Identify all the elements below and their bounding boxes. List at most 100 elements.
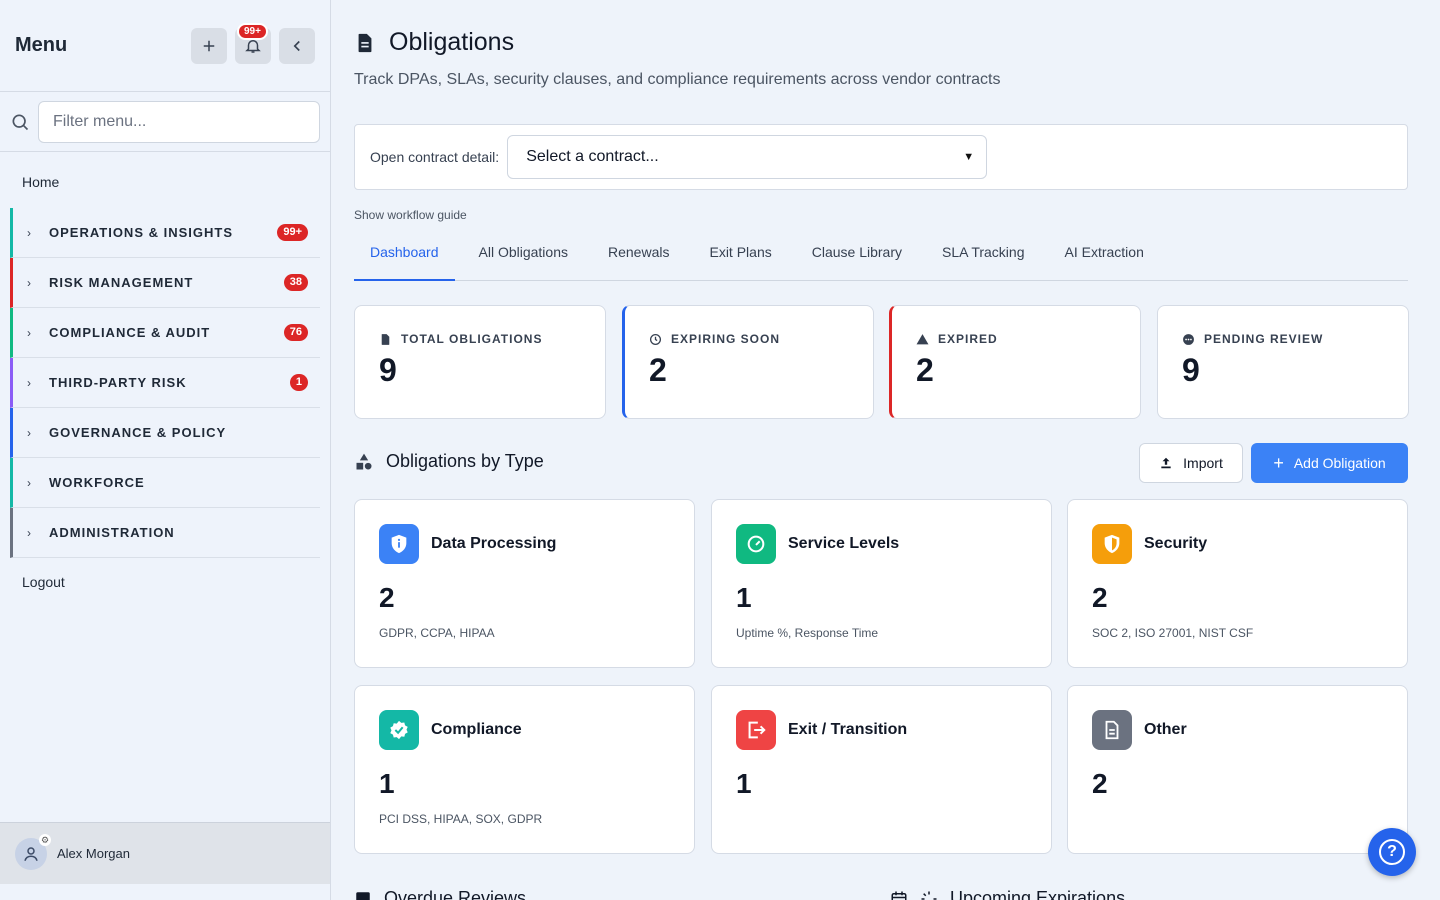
sidebar-item-compliance-audit[interactable]: › COMPLIANCE & AUDIT 76 [10,308,320,358]
card-header: Exit / Transition [736,710,1027,750]
tab-ai-extraction[interactable]: AI Extraction [1049,232,1160,281]
add-button[interactable] [191,27,227,64]
sidebar-title: Menu [15,34,68,56]
main-content: Obligations Track DPAs, SLAs, security c… [331,0,1440,900]
card-header: Security [1092,524,1383,564]
sidebar-item-logout[interactable]: Logout [0,558,330,606]
stat-pending-review: PENDING REVIEW 9 [1157,305,1409,419]
card-header: Data Processing [379,524,670,564]
sidebar-item-label: OPERATIONS & INSIGHTS [49,225,233,240]
add-obligation-button[interactable]: + Add Obligation [1251,443,1408,483]
gear-icon: ⚙ [39,833,51,846]
filter-menu-input[interactable] [38,100,320,143]
warning-icon [916,333,929,344]
shapes-icon [356,453,372,469]
overdue-reviews-title: Overdue Reviews [384,888,527,900]
sidebar-item-administration[interactable]: › ADMINISTRATION [10,508,320,558]
card-count: 1 [736,768,752,799]
stat-total-obligations: TOTAL OBLIGATIONS 9 [354,305,606,419]
stat-label: TOTAL OBLIGATIONS [401,332,543,346]
type-card-data-processing[interactable]: Data Processing 2 GDPR, CCPA, HIPAA [354,499,695,668]
workflow-guide-toggle[interactable]: Show workflow guide [354,208,467,222]
type-card-service-levels[interactable]: Service Levels 1 Uptime %, Response Time [711,499,1052,668]
sidebar-item-label: GOVERNANCE & POLICY [49,425,227,440]
tab-dashboard[interactable]: Dashboard [354,232,455,281]
card-count: 2 [1092,768,1108,799]
card-name: Data Processing [431,535,557,552]
card-name: Security [1144,535,1208,552]
tab-sla-tracking[interactable]: SLA Tracking [926,232,1041,281]
notifications-button[interactable]: 99+ [235,22,271,64]
spinner-icon [921,891,937,900]
help-button[interactable]: ? [1368,828,1416,876]
add-obligation-label: Add Obligation [1293,455,1386,471]
import-button[interactable]: Import [1139,443,1243,483]
document-icon [358,33,372,52]
card-name: Service Levels [788,535,900,552]
card-header: Other [1092,710,1383,750]
sidebar-item-home[interactable]: Home [0,152,330,208]
menu-filter [0,92,330,152]
stat-label: PENDING REVIEW [1204,332,1324,346]
contract-select-value: Select a contract... [526,148,659,165]
sidebar-item-third-party-risk[interactable]: › THIRD-PARTY RISK 1 [10,358,320,408]
shield-icon [1092,524,1132,564]
badge-check-icon [379,710,419,750]
tab-renewals[interactable]: Renewals [592,232,685,281]
chevron-right-icon: › [27,525,31,540]
type-card-exit-transition[interactable]: Exit / Transition 1 [711,685,1052,854]
question-icon: ? [1379,839,1405,865]
type-card-compliance[interactable]: Compliance 1 PCI DSS, HIPAA, SOX, GDPR [354,685,695,854]
type-card-security[interactable]: Security 2 SOC 2, ISO 27001, NIST CSF [1067,499,1408,668]
type-card-other[interactable]: Other 2 [1067,685,1408,854]
chevron-right-icon: › [27,225,31,240]
shield-info-icon [379,524,419,564]
stat-label-row: TOTAL OBLIGATIONS [379,332,581,346]
stat-value: 2 [649,352,667,388]
count-badge: 76 [283,324,308,341]
sidebar-item-label: COMPLIANCE & AUDIT [49,325,211,340]
gauge-icon [736,524,776,564]
calendar-icon [891,891,907,900]
card-count: 1 [736,582,752,613]
stat-value: 9 [1182,352,1200,388]
contract-select[interactable]: Select a contract... ▼ [507,135,988,179]
edit-icon [356,891,370,900]
card-name: Compliance [431,721,522,738]
contract-selector-panel: Open contract detail: Select a contract.… [354,124,1408,190]
search-icon [12,114,29,130]
notification-badge: 99+ [237,22,268,40]
sidebar: Menu 99+ Home › OPERATIONS & INSIGHTS 99… [0,0,331,900]
plus-icon: + [1273,452,1284,473]
stat-value: 9 [379,352,397,388]
stat-value: 2 [916,352,934,388]
contract-select-label: Open contract detail: [370,149,500,165]
chevron-right-icon: › [27,375,31,390]
overdue-reviews-header: Overdue Reviews [354,888,526,900]
upload-icon [1161,457,1171,469]
card-description: Uptime %, Response Time [736,626,879,640]
page-title: Obligations [389,28,515,56]
sidebar-list: › OPERATIONS & INSIGHTS 99+ › RISK MANAG… [0,208,330,558]
sidebar-item-operations-insights[interactable]: › OPERATIONS & INSIGHTS 99+ [10,208,320,258]
card-name: Other [1144,721,1187,738]
stat-expired: EXPIRED 2 [889,305,1141,419]
collapse-sidebar-button[interactable] [279,27,315,64]
card-header: Compliance [379,710,670,750]
tab-all-obligations[interactable]: All Obligations [463,232,585,281]
upcoming-expirations-header: Upcoming Expirations [890,888,1125,900]
chevron-down-icon: ▼ [963,151,975,163]
sidebar-item-governance-policy[interactable]: › GOVERNANCE & POLICY [10,408,320,458]
sidebar-item-risk-management[interactable]: › RISK MANAGEMENT 38 [10,258,320,308]
user-profile[interactable]: ⚙ Alex Morgan [0,822,330,884]
tab-clause-library[interactable]: Clause Library [796,232,918,281]
section-title: Obligations by Type [386,451,544,471]
stat-label-row: PENDING REVIEW [1182,332,1384,346]
card-header: Service Levels [736,524,1027,564]
import-label: Import [1183,455,1223,471]
tab-bar: Dashboard All Obligations Renewals Exit … [354,232,1408,281]
tab-exit-plans[interactable]: Exit Plans [693,232,787,281]
sidebar-item-workforce[interactable]: › WORKFORCE [10,458,320,508]
count-badge: 38 [283,274,308,291]
page-header: Obligations [354,28,514,57]
